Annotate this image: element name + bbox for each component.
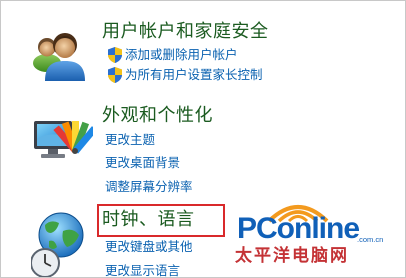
uac-shield-icon (107, 66, 123, 84)
watermark-brand: PConline (237, 212, 360, 245)
link-change-theme[interactable]: 更改主题 (105, 132, 155, 148)
link-change-desktop-background[interactable]: 更改桌面背景 (105, 155, 180, 171)
category-title-appearance[interactable]: 外观和个性化 (102, 105, 213, 127)
appearance-icon[interactable] (31, 111, 98, 163)
clock-language-region-icon[interactable] (30, 211, 91, 277)
uac-shield-icon (107, 46, 123, 64)
watermark-domain: .com.cn (357, 235, 384, 244)
link-change-display-language[interactable]: 更改显示语言 (105, 263, 180, 277)
pconline-watermark: PConline .com.cn 太平洋电脑网 (231, 199, 405, 277)
control-panel-category-view: 用户帐户和家庭安全 添加或删除用户帐户 为所有用户设置家长控制 外观和个性化 更… (0, 0, 406, 278)
link-add-remove-user-accounts[interactable]: 添加或删除用户帐户 (125, 47, 238, 63)
link-change-keyboard[interactable]: 更改键盘或其他 (105, 239, 193, 255)
user-accounts-icon[interactable] (29, 25, 89, 81)
category-title-user-accounts[interactable]: 用户帐户和家庭安全 (102, 21, 269, 43)
link-adjust-screen-resolution[interactable]: 调整屏幕分辨率 (105, 179, 193, 195)
link-parental-controls[interactable]: 为所有用户设置家长控制 (125, 67, 263, 83)
watermark-chinese: 太平洋电脑网 (235, 246, 349, 266)
highlight-box (97, 204, 225, 237)
